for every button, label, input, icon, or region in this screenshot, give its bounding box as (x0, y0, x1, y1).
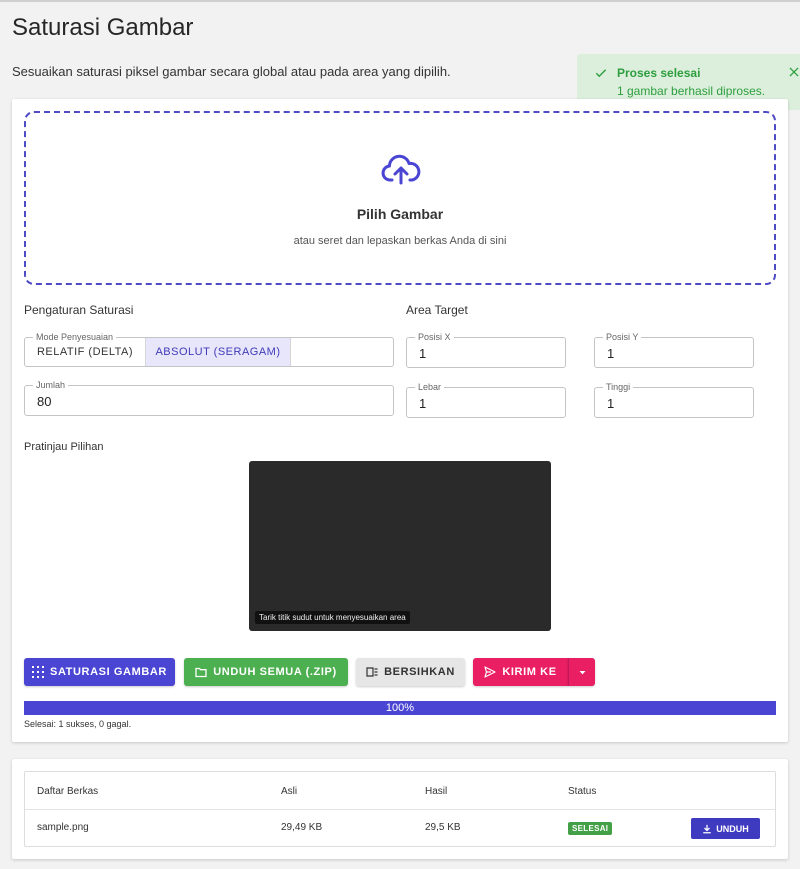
target-area-label: Area Target (406, 303, 468, 317)
caret-down-icon (579, 670, 585, 674)
header-divider (25, 809, 775, 810)
file-table: Daftar Berkas Asli Hasil Status sample.p… (24, 771, 776, 847)
column-header-file: Daftar Berkas (37, 786, 99, 797)
toast-title: Proses selesai (617, 66, 701, 80)
grid-icon (32, 666, 45, 678)
clear-button-label: BERSIHKAN (384, 666, 455, 678)
saturation-settings-label: Pengaturan Saturasi (24, 303, 134, 317)
download-all-label: UNDUH SEMUA (.ZIP) (213, 666, 337, 678)
position-x-value: 1 (419, 346, 427, 361)
height-label: Tinggi (603, 381, 634, 393)
position-y-label: Posisi Y (603, 331, 642, 343)
send-icon (484, 666, 496, 678)
file-name: sample.png (37, 822, 89, 833)
adjustment-mode-label: Mode Penyesuaian (33, 331, 117, 343)
file-list-card: Daftar Berkas Asli Hasil Status sample.p… (12, 759, 788, 859)
page-description: Sesuaikan saturasi piksel gambar secara … (12, 64, 451, 79)
download-all-button[interactable]: UNDUH SEMUA (.ZIP) (184, 658, 348, 686)
amount-value: 80 (37, 394, 52, 409)
clear-button[interactable]: BERSIHKAN (356, 658, 465, 686)
dropzone-title: Pilih Gambar (356, 206, 444, 222)
width-field[interactable]: Lebar 1 (406, 381, 566, 418)
dropzone-subtitle: atau seret dan lepaskan berkas Anda di s… (293, 235, 507, 247)
amount-field[interactable]: Jumlah 80 (24, 379, 394, 416)
send-to-button[interactable]: KIRIM KE (473, 658, 568, 686)
download-file-label: UNDUH (716, 823, 749, 834)
position-y-field[interactable]: Posisi Y 1 (594, 331, 754, 368)
progress-summary: Selesai: 1 sukses, 0 gagal. (24, 719, 132, 729)
settings-card: Pilih Gambar atau seret dan lepaskan ber… (12, 99, 788, 742)
mode-absolute-option[interactable]: ABSOLUT (SERAGAM) (145, 338, 291, 366)
preview-label: Pratinjau Pilihan (24, 441, 104, 453)
file-original-size: 29,49 KB (281, 822, 323, 833)
amount-label: Jumlah (33, 379, 69, 391)
close-icon[interactable] (787, 65, 800, 79)
send-to-label: KIRIM KE (502, 666, 557, 678)
file-dropzone[interactable]: Pilih Gambar atau seret dan lepaskan ber… (24, 111, 776, 285)
height-value: 1 (607, 396, 615, 411)
position-y-value: 1 (607, 346, 615, 361)
folder-zip-icon (195, 667, 207, 678)
saturate-button[interactable]: SATURASI GAMBAR (24, 658, 175, 686)
saturate-button-label: SATURASI GAMBAR (50, 666, 167, 678)
adjustment-mode-toggle: Mode Penyesuaian RELATIF (DELTA) ABSOLUT… (24, 331, 394, 367)
toast-message: 1 gambar berhasil diproses. (617, 84, 766, 98)
page-title: Saturasi Gambar (12, 14, 194, 41)
preview-hint: Tarik titik sudut untuk menyesuaikan are… (255, 611, 410, 624)
file-result-size: 29,5 KB (425, 822, 461, 833)
status-badge: SELESAI (568, 822, 613, 835)
width-label: Lebar (415, 381, 445, 393)
check-icon (595, 69, 607, 78)
download-icon (703, 824, 711, 833)
position-x-label: Posisi X (415, 331, 454, 343)
column-header-result: Hasil (425, 786, 448, 797)
height-field[interactable]: Tinggi 1 (594, 381, 754, 418)
width-value: 1 (419, 396, 427, 411)
clear-all-icon (366, 667, 378, 677)
download-file-button[interactable]: UNDUH (691, 818, 760, 839)
column-header-original: Asli (281, 786, 298, 797)
selection-preview[interactable]: Tarik titik sudut untuk menyesuaikan are… (249, 461, 551, 631)
progress-label: 100% (385, 702, 415, 714)
position-x-field[interactable]: Posisi X 1 (406, 331, 566, 368)
progress-bar: 100% (24, 701, 776, 715)
cloud-upload-icon (381, 154, 421, 185)
column-header-status: Status (568, 786, 597, 797)
send-to-dropdown-button[interactable] (568, 658, 595, 686)
